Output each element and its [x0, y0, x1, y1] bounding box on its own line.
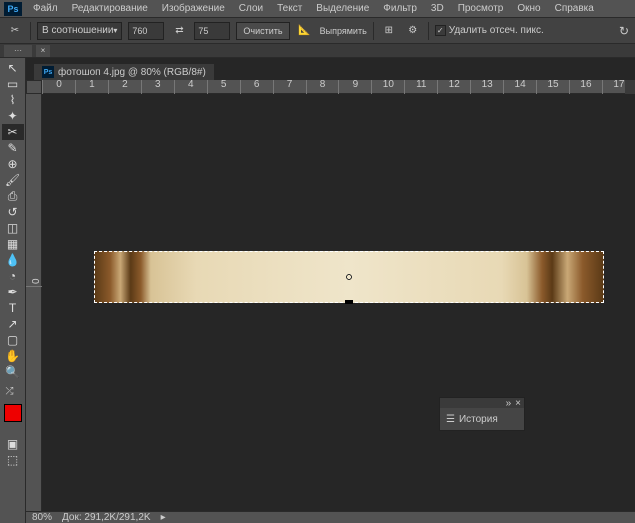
magic-wand-tool[interactable]: ✦	[2, 108, 24, 124]
delete-cropped-label: Удалить отсеч. пикс.	[449, 25, 544, 36]
status-arrow-icon[interactable]: ▸	[161, 512, 166, 523]
brush-tool[interactable]: 🖌	[2, 172, 24, 188]
history-panel-body[interactable]: ☰ История	[440, 408, 524, 430]
move-tool[interactable]: ↖	[2, 60, 24, 76]
doc-size-info[interactable]: Док: 291,2K/291,2K	[62, 512, 151, 523]
swap-dimensions-icon[interactable]: ⇄	[170, 22, 188, 40]
straighten-icon[interactable]: 📐	[296, 22, 314, 40]
crop-height-input[interactable]: 75	[194, 22, 230, 40]
blur-tool[interactable]: 💧	[2, 252, 24, 268]
document-image[interactable]	[94, 251, 604, 303]
canvas-viewport[interactable]	[42, 94, 635, 511]
divider	[30, 22, 31, 40]
menu-select[interactable]: Выделение	[309, 3, 376, 14]
path-tool[interactable]: ↗	[2, 316, 24, 332]
ruler-corner	[26, 80, 42, 94]
healing-tool[interactable]: ⊕	[2, 156, 24, 172]
foreground-color-swatch[interactable]	[4, 404, 22, 422]
overlay-options-icon[interactable]: ⊞	[380, 22, 398, 40]
pen-tool[interactable]: ✒	[2, 284, 24, 300]
divider	[373, 22, 374, 40]
screen-mode-icon[interactable]: ⬚	[2, 452, 24, 468]
swap-colors-icon[interactable]: ⤮	[6, 386, 20, 400]
dodge-tool[interactable]: ◔	[2, 268, 24, 284]
menu-edit[interactable]: Редактирование	[65, 3, 155, 14]
divider	[428, 22, 429, 40]
menu-window[interactable]: Окно	[510, 3, 547, 14]
history-panel: » × ☰ История	[439, 397, 525, 431]
menu-help[interactable]: Справка	[548, 3, 601, 14]
history-panel-title: История	[459, 414, 498, 425]
panel-close-icon[interactable]: ×	[515, 398, 521, 409]
menu-image[interactable]: Изображение	[155, 3, 232, 14]
tab-close[interactable]: ×	[36, 45, 50, 57]
panel-header[interactable]: » ×	[440, 398, 524, 408]
ps-file-icon: Ps	[42, 66, 54, 78]
workspace-tab-bar: ··· ×	[0, 44, 635, 58]
status-bar: 80% Док: 291,2K/291,2K ▸	[26, 511, 635, 523]
hand-tool[interactable]: ✋	[2, 348, 24, 364]
reset-icon[interactable]: ↻	[619, 24, 629, 38]
aspect-ratio-select[interactable]: В соотношении	[37, 22, 122, 40]
toolbox: ↖ ▭ ⌇ ✦ ✂ ✎ ⊕ 🖌 ⎙ ↺ ◫ ▦ 💧 ◔ ✒ T ↗ ▢ ✋ 🔍 …	[0, 58, 26, 523]
crop-settings-icon[interactable]: ⚙	[404, 22, 422, 40]
crop-tool[interactable]: ✂	[2, 124, 24, 140]
workspace-tab[interactable]: ···	[4, 45, 32, 57]
delete-cropped-checkbox[interactable]: ✓ Удалить отсеч. пикс.	[435, 25, 544, 36]
menu-file[interactable]: Файл	[26, 3, 65, 14]
canvas-area: Ps фотошоп 4.jpg @ 80% (RGB/8#) 01234567…	[26, 58, 635, 523]
eraser-tool[interactable]: ◫	[2, 220, 24, 236]
ruler-vertical[interactable]: 0	[26, 94, 42, 511]
quick-mask-icon[interactable]: ▣	[2, 436, 24, 452]
clear-button[interactable]: Очистить	[236, 22, 289, 40]
menu-bar: Ps Файл Редактирование Изображение Слои …	[0, 0, 635, 18]
zoom-level[interactable]: 80%	[32, 512, 52, 523]
type-tool[interactable]: T	[2, 300, 24, 316]
history-brush-tool[interactable]: ↺	[2, 204, 24, 220]
checkbox-icon: ✓	[435, 25, 446, 36]
lasso-tool[interactable]: ⌇	[2, 92, 24, 108]
shape-tool[interactable]: ▢	[2, 332, 24, 348]
eyedropper-tool[interactable]: ✎	[2, 140, 24, 156]
menu-filter[interactable]: Фильтр	[376, 3, 424, 14]
gradient-tool[interactable]: ▦	[2, 236, 24, 252]
options-bar: ✂ В соотношении 760 ⇄ 75 Очистить 📐 Выпр…	[0, 18, 635, 44]
crop-tool-icon[interactable]: ✂	[6, 22, 24, 40]
ruler-horizontal[interactable]: 01234567891011121314151617	[42, 80, 635, 94]
panel-collapse-icon[interactable]: »	[506, 398, 512, 409]
document-tab[interactable]: Ps фотошоп 4.jpg @ 80% (RGB/8#)	[34, 64, 214, 80]
marquee-tool[interactable]: ▭	[2, 76, 24, 92]
crop-handle-bottom[interactable]	[345, 300, 353, 304]
menu-3d[interactable]: 3D	[424, 3, 451, 14]
crop-width-input[interactable]: 760	[128, 22, 164, 40]
history-icon: ☰	[446, 414, 455, 425]
app-logo: Ps	[4, 2, 22, 16]
document-title: фотошоп 4.jpg @ 80% (RGB/8#)	[58, 67, 206, 78]
straighten-label: Выпрямить	[320, 26, 367, 36]
menu-view[interactable]: Просмотр	[451, 3, 511, 14]
zoom-tool[interactable]: 🔍	[2, 364, 24, 380]
stamp-tool[interactable]: ⎙	[2, 188, 24, 204]
menu-text[interactable]: Текст	[270, 3, 309, 14]
menu-layers[interactable]: Слои	[232, 3, 270, 14]
